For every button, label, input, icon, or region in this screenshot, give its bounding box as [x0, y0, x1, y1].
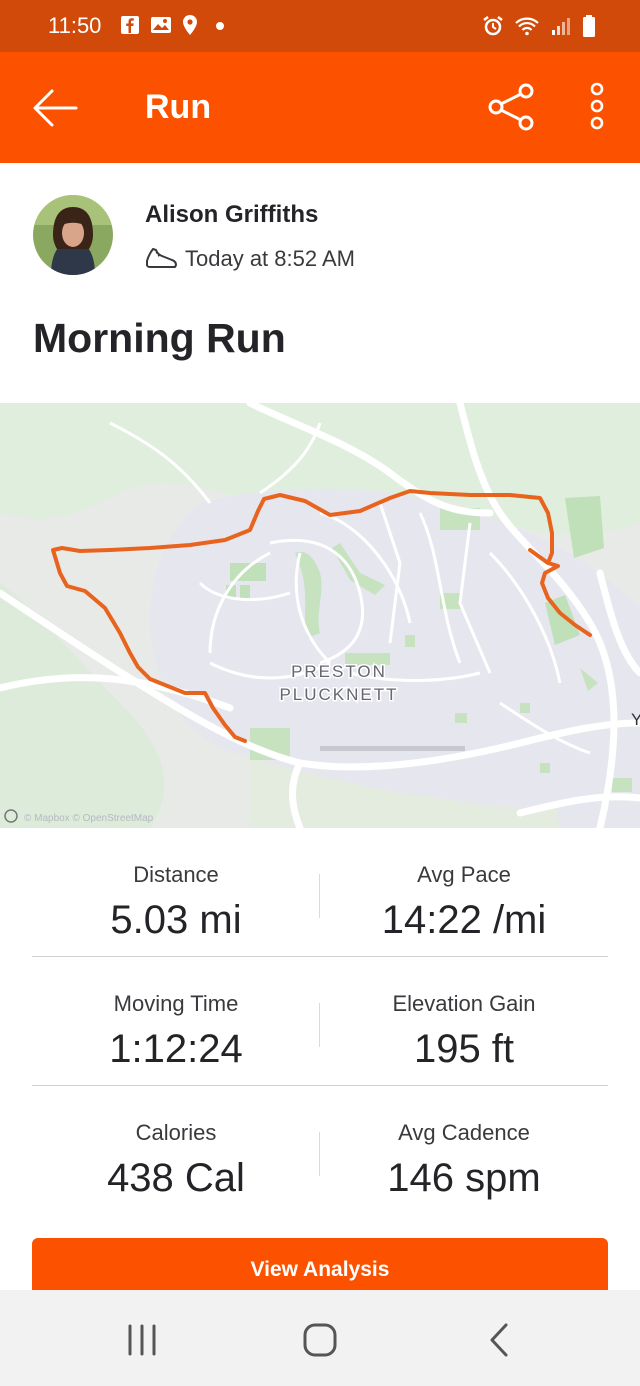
- back-arrow-icon[interactable]: [30, 86, 80, 130]
- stat-value: 438 Cal: [107, 1156, 245, 1200]
- stat-label: Distance: [133, 862, 219, 887]
- share-icon[interactable]: [486, 82, 536, 132]
- stat-value: 14:22 /mi: [381, 898, 547, 942]
- app-bar: Run: [0, 52, 640, 163]
- stat-label: Avg Pace: [417, 862, 511, 887]
- activity-header: Alison Griffiths Today at 8:52 AM Mornin…: [0, 163, 640, 403]
- facebook-icon: [121, 16, 139, 34]
- stat-avg-pace: Avg Pace 14:22 /mi: [320, 862, 608, 943]
- page-title: Run: [145, 88, 212, 126]
- shoe-icon: [146, 248, 177, 268]
- signal-icon: [552, 18, 570, 35]
- stat-moving-time: Moving Time 1:12:24: [32, 991, 320, 1072]
- view-analysis-button[interactable]: View Analysis: [32, 1238, 608, 1298]
- more-vertical-icon[interactable]: [583, 82, 611, 132]
- alarm-icon: [483, 16, 503, 36]
- map-edge-label: Y: [631, 710, 640, 729]
- stats-row: Moving Time 1:12:24 Elevation Gain 195 f…: [32, 957, 608, 1086]
- stat-label: Calories: [135, 1120, 217, 1145]
- wifi-icon: [515, 17, 539, 36]
- map-attribution: © Mapbox © OpenStreetMap: [24, 813, 154, 824]
- stat-label: Elevation Gain: [392, 991, 536, 1016]
- route-map[interactable]: PRESTON PLUCKNETT Y © Mapbox © OpenStree…: [0, 403, 640, 828]
- back-icon[interactable]: [478, 1320, 522, 1360]
- athlete-name[interactable]: Alison Griffiths: [145, 201, 318, 229]
- system-nav-bar: [0, 1290, 640, 1386]
- stat-label: Moving Time: [113, 991, 239, 1016]
- stat-elevation-gain: Elevation Gain 195 ft: [320, 991, 608, 1072]
- stat-value: 5.03 mi: [110, 898, 242, 942]
- stat-label: Avg Cadence: [398, 1120, 530, 1145]
- battery-icon: [583, 15, 595, 37]
- stat-value: 146 spm: [387, 1156, 541, 1200]
- status-time: 11:50: [48, 13, 102, 38]
- home-icon[interactable]: [298, 1320, 342, 1360]
- avatar[interactable]: [33, 195, 113, 275]
- stat-avg-cadence: Avg Cadence 146 spm: [320, 1120, 608, 1201]
- activity-title: Morning Run: [33, 315, 286, 361]
- stats-row: Calories 438 Cal Avg Cadence 146 spm: [32, 1086, 608, 1215]
- stat-value: 1:12:24: [109, 1027, 243, 1071]
- recent-apps-icon[interactable]: [120, 1320, 164, 1360]
- stat-value: 195 ft: [413, 1027, 515, 1071]
- stat-calories: Calories 438 Cal: [32, 1120, 320, 1201]
- gallery-icon: [151, 17, 171, 33]
- map-place-label-line2: PLUCKNETT: [279, 685, 398, 704]
- map-place-label-line1: PRESTON: [291, 662, 387, 681]
- activity-timestamp: Today at 8:52 AM: [185, 246, 355, 271]
- location-icon: [183, 15, 197, 35]
- status-bar: 11:50: [0, 0, 640, 52]
- stats-grid: Distance 5.03 mi Avg Pace 14:22 /mi Movi…: [0, 828, 640, 1238]
- stat-distance: Distance 5.03 mi: [32, 862, 320, 943]
- dot-icon: [216, 22, 224, 30]
- stats-row: Distance 5.03 mi Avg Pace 14:22 /mi: [32, 828, 608, 957]
